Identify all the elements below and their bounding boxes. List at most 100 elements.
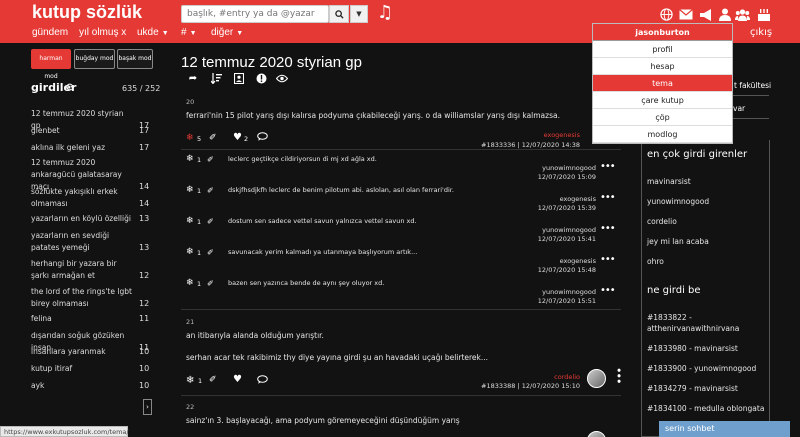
megaphone-icon[interactable] <box>698 7 713 22</box>
top-author-item[interactable]: mavinarsist <box>647 176 767 187</box>
pin-icon[interactable]: ✐ <box>207 248 214 257</box>
entry-meta[interactable]: #1833388 | 12/07/2020 15:10 <box>470 382 580 390</box>
users-icon[interactable] <box>735 7 750 22</box>
user-icon[interactable] <box>717 7 732 22</box>
menu-item-hesap[interactable]: hesap <box>593 58 732 75</box>
entry-meta[interactable]: #1833336 | 12/07/2020 14:38 <box>470 141 580 149</box>
entry-author[interactable]: exogenesis <box>505 131 580 139</box>
cake-icon[interactable] <box>756 7 771 22</box>
nav-ukde[interactable]: ukde ▼ <box>137 27 169 38</box>
search-button[interactable] <box>329 5 349 23</box>
menu-item-care-kutup[interactable]: çare kutup <box>593 92 732 109</box>
snowflake-icon[interactable]: ❄ <box>186 247 194 257</box>
mail-icon[interactable] <box>678 7 693 22</box>
pin-icon[interactable]: ✐ <box>209 375 217 385</box>
topic-item[interactable]: yazarların en köylü özelliği 13 <box>31 213 151 225</box>
top-author-item[interactable]: jey mi lan acaba <box>647 236 767 247</box>
menu-item-cop[interactable]: çöp <box>593 109 732 126</box>
pin-icon[interactable]: ✐ <box>207 155 214 164</box>
more-options-icon[interactable]: ••• <box>600 223 616 234</box>
topic-item[interactable]: aklına ilk geleni yaz 17 <box>31 142 151 154</box>
top-author-item[interactable]: yunowimnogood <box>647 196 767 207</box>
topic-item[interactable]: kutup itiraf 10 <box>31 363 151 375</box>
pin-icon[interactable]: ✐ <box>207 217 214 226</box>
eye-icon[interactable] <box>276 72 288 84</box>
entry-number[interactable]: 21 <box>186 318 194 326</box>
snowflake-icon[interactable]: ❄ <box>186 154 194 164</box>
reply-date[interactable]: 12/07/2020 15:51 <box>520 297 596 305</box>
snowflake-icon[interactable]: ❄ <box>186 216 194 226</box>
reply-date[interactable]: 12/07/2020 15:48 <box>520 266 596 274</box>
search-options-button[interactable]: ▼ <box>350 5 368 23</box>
reply-author[interactable]: exogenesis <box>520 257 596 265</box>
snowflake-icon[interactable]: ❄ <box>186 278 194 288</box>
nav-yil-olmus-x[interactable]: yıl olmuş x <box>79 27 126 38</box>
comment-icon[interactable] <box>257 132 268 144</box>
snowflake-icon[interactable]: ❄ <box>186 375 194 386</box>
top-author-item[interactable]: cordelio <box>647 216 767 227</box>
refresh-icon[interactable]: ⟳ <box>66 81 75 94</box>
recent-entry-item[interactable]: #1834279 - mavinarsist <box>647 383 767 394</box>
topic-item[interactable]: herhangi bir yazara bir şarkı armağan et… <box>31 258 151 282</box>
basak-mod-button[interactable]: başak mod <box>117 49 153 69</box>
topic-item[interactable]: insanlara yaranmak 10 <box>31 346 151 358</box>
more-options-icon[interactable]: ••• <box>600 285 616 296</box>
reply-author[interactable]: yunowimnogood <box>520 226 596 234</box>
snowflake-icon[interactable]: ❄ <box>186 185 194 195</box>
entry-number[interactable]: 20 <box>186 98 194 106</box>
menu-item-profil[interactable]: profil <box>593 41 732 58</box>
entry-number[interactable]: 22 <box>186 403 194 411</box>
pin-icon[interactable]: ✐ <box>209 133 217 143</box>
nav-gundem[interactable]: gündem <box>32 27 68 38</box>
music-icon[interactable]: ♫ <box>377 2 393 23</box>
globe-icon[interactable] <box>659 7 674 22</box>
topic-item[interactable]: ayk 10 <box>31 380 151 392</box>
reply-date[interactable]: 12/07/2020 15:09 <box>520 173 596 181</box>
topic-item[interactable]: yazarların en sevdiği patates yemeği 13 <box>31 230 151 254</box>
recent-entry-item[interactable]: #1833980 - mavinarsist <box>647 343 767 354</box>
menu-item-tema[interactable]: tema <box>593 75 732 92</box>
logout-link[interactable]: çıkış <box>750 27 772 38</box>
reply-author[interactable]: exogenesis <box>520 195 596 203</box>
more-options-icon[interactable]: ••• <box>600 161 616 172</box>
reply-author[interactable]: yunowimnogood <box>520 164 596 172</box>
site-logo[interactable]: kutup sözlük <box>32 2 142 23</box>
reply-author[interactable]: yunowimnogood <box>520 288 596 296</box>
avatar[interactable] <box>587 431 606 437</box>
info-icon[interactable] <box>255 72 267 84</box>
recent-entry-item[interactable]: #1833900 - yunowimnogood <box>647 363 767 374</box>
harman-mod-button[interactable]: harman mod <box>31 49 71 80</box>
more-options-icon[interactable]: ••• <box>600 254 616 265</box>
topic-item[interactable]: sözlükte yakışıklı erkek olmaması 14 <box>31 186 151 210</box>
heart-icon[interactable]: ♥ <box>233 132 242 143</box>
bugday-mod-button[interactable]: buğday mod <box>74 49 115 69</box>
nav-diger[interactable]: diğer ▼ <box>211 27 243 38</box>
reply-date[interactable]: 12/07/2020 15:39 <box>520 204 596 212</box>
topic-item[interactable]: the lord of the rings'te lgbt birey olma… <box>31 286 151 310</box>
share-icon[interactable]: ➦ <box>187 72 199 84</box>
more-options-icon[interactable]: ••• <box>612 367 625 383</box>
pin-icon[interactable]: ✐ <box>207 279 214 288</box>
menu-username[interactable]: jasonburton <box>593 24 732 41</box>
menu-item-modlog[interactable]: modlog <box>593 126 732 143</box>
contact-book-icon[interactable] <box>233 72 245 84</box>
sort-icon[interactable] <box>210 72 222 84</box>
entry-author[interactable]: cordelio <box>505 373 580 381</box>
top-author-item[interactable]: ohro <box>647 256 767 267</box>
heart-icon[interactable]: ♥ <box>233 374 242 385</box>
comment-icon[interactable] <box>257 375 268 387</box>
search-input[interactable] <box>181 5 329 23</box>
recent-entry-item[interactable]: #1833822 - atthenirvanawithnirvana <box>647 312 767 334</box>
page-title[interactable]: 12 temmuz 2020 styrian gp <box>181 54 362 71</box>
topic-item[interactable]: felina 11 <box>31 313 151 325</box>
topic-item[interactable]: glenbet 17 <box>31 125 151 137</box>
snowflake-icon[interactable]: ❄ <box>186 133 194 143</box>
avatar[interactable] <box>587 369 606 388</box>
reply-date[interactable]: 12/07/2020 15:41 <box>520 235 596 243</box>
next-page-button[interactable]: › <box>143 399 152 415</box>
more-options-icon[interactable]: ••• <box>600 192 616 203</box>
chat-button[interactable]: serin sohbet <box>659 421 790 437</box>
recent-entry-item[interactable]: #1834100 - medulla oblongata <box>647 403 767 414</box>
nav-hashtag[interactable]: # ▼ <box>181 27 197 38</box>
pin-icon[interactable]: ✐ <box>207 186 214 195</box>
